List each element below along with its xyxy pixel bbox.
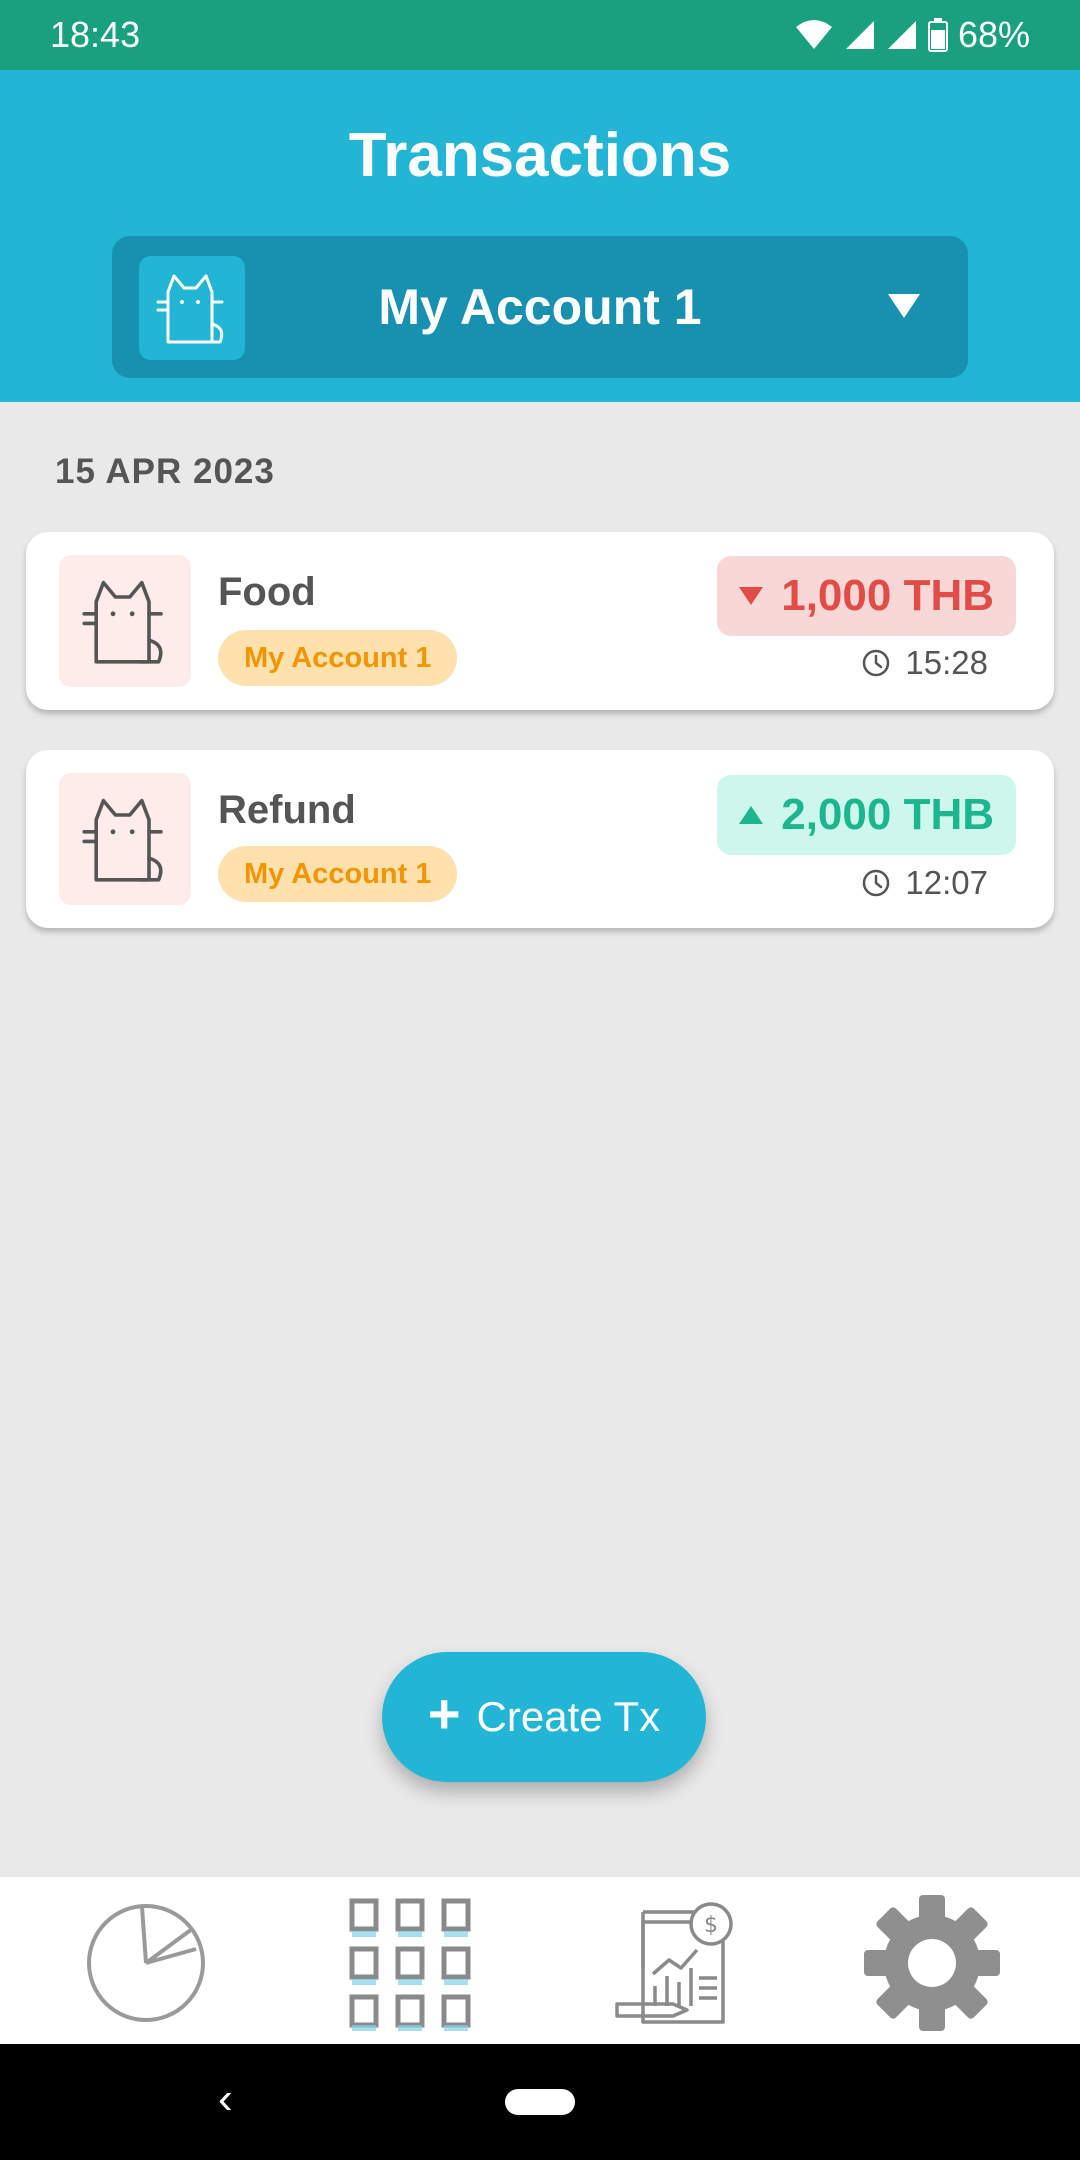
status-icons: 68% [794, 14, 1030, 56]
create-tx-button[interactable]: + Create Tx [382, 1652, 706, 1782]
signal-icon [845, 21, 874, 49]
battery-level: 68% [957, 14, 1030, 55]
amount-value: 2,000 THB [781, 790, 994, 839]
transaction-card-refund[interactable]: Refund My Account 1 2,000 THB 12:07 [26, 750, 1054, 928]
page-title: Transactions [348, 121, 732, 190]
bottom-nav: $ [0, 1877, 1080, 2044]
gear-icon [864, 1895, 1000, 2031]
nav-item-reports[interactable]: $ [606, 1893, 746, 2033]
pie-chart-icon [87, 1904, 205, 2022]
nav-item-settings[interactable] [862, 1893, 1002, 2033]
grid-icon [349, 1898, 471, 2031]
back-icon[interactable]: ‹ [218, 2074, 233, 2124]
home-button[interactable] [505, 2089, 575, 2115]
status-time: 18:43 [50, 14, 141, 55]
cat-icon [82, 798, 163, 882]
transaction-time: 15:28 [861, 644, 988, 682]
account-name: My Account 1 [378, 279, 702, 335]
time-value: 12:07 [905, 864, 988, 901]
signal-icon [887, 21, 916, 49]
time-value: 15:28 [905, 644, 988, 681]
amount-value: 1,000 THB [781, 571, 994, 620]
svg-text:$: $ [704, 1913, 718, 1938]
plus-icon: + [427, 1682, 461, 1745]
transaction-time: 12:07 [861, 864, 988, 902]
income-arrow-icon [739, 806, 764, 824]
clock-icon [863, 869, 890, 897]
clock-icon [863, 649, 890, 677]
account-selector[interactable]: My Account 1 [112, 236, 968, 378]
transaction-icon [59, 555, 191, 687]
status-bar: 18:43 68% [0, 0, 1080, 70]
transaction-amount: 2,000 THB [717, 775, 1016, 855]
report-icon: $ [615, 1902, 733, 2024]
transaction-amount: 1,000 THB [717, 556, 1016, 636]
nav-item-dashboard[interactable] [76, 1893, 216, 2033]
battery-icon [927, 18, 948, 52]
system-nav-bar: ‹ [0, 2044, 1080, 2160]
create-tx-label: Create Tx [476, 1693, 661, 1740]
header: Transactions My Account 1 [0, 70, 1080, 402]
expense-arrow-icon [739, 587, 764, 605]
chevron-down-icon [888, 294, 920, 318]
date-header: 15 APR 2023 [55, 452, 275, 491]
transaction-title: Refund [218, 788, 356, 832]
cat-icon [82, 580, 163, 664]
nav-item-transactions[interactable] [340, 1893, 480, 2033]
transaction-card-food[interactable]: Food My Account 1 1,000 THB 15:28 [26, 532, 1054, 710]
transaction-account-badge: My Account 1 [218, 630, 458, 686]
wifi-icon [795, 20, 832, 49]
transaction-account-badge: My Account 1 [218, 846, 458, 902]
transaction-icon [59, 773, 191, 905]
transaction-title: Food [218, 570, 316, 614]
